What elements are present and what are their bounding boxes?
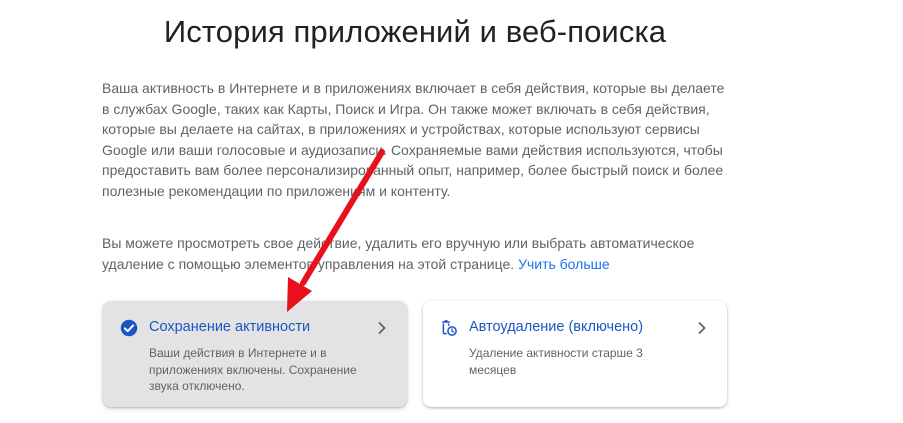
chevron-right-icon: [698, 321, 706, 335]
page-title: История приложений и веб-поиска: [163, 14, 667, 49]
page-description: Ваша активность в Интернете и в приложен…: [102, 80, 725, 199]
check-circle-icon: [120, 319, 138, 337]
auto-delete-card[interactable]: Автоудаление (включено) Удаление активно…: [423, 301, 727, 407]
learn-more-link[interactable]: Учить больше: [518, 256, 610, 272]
auto-delete-icon: [442, 320, 457, 336]
chevron-right-icon: [378, 321, 386, 335]
activity-saving-card[interactable]: Сохранение активности Ваши действия в Ин…: [103, 301, 407, 407]
controls-description: Вы можете просмотреть свое действие, уда…: [102, 233, 732, 274]
auto-delete-title: Автоудаление (включено): [469, 319, 644, 335]
activity-saving-title: Сохранение активности: [149, 319, 311, 335]
auto-delete-status: Удаление активности старше 3 месяцев: [469, 346, 643, 377]
activity-saving-status: Ваши действия в Интернете и в приложения…: [149, 346, 357, 393]
